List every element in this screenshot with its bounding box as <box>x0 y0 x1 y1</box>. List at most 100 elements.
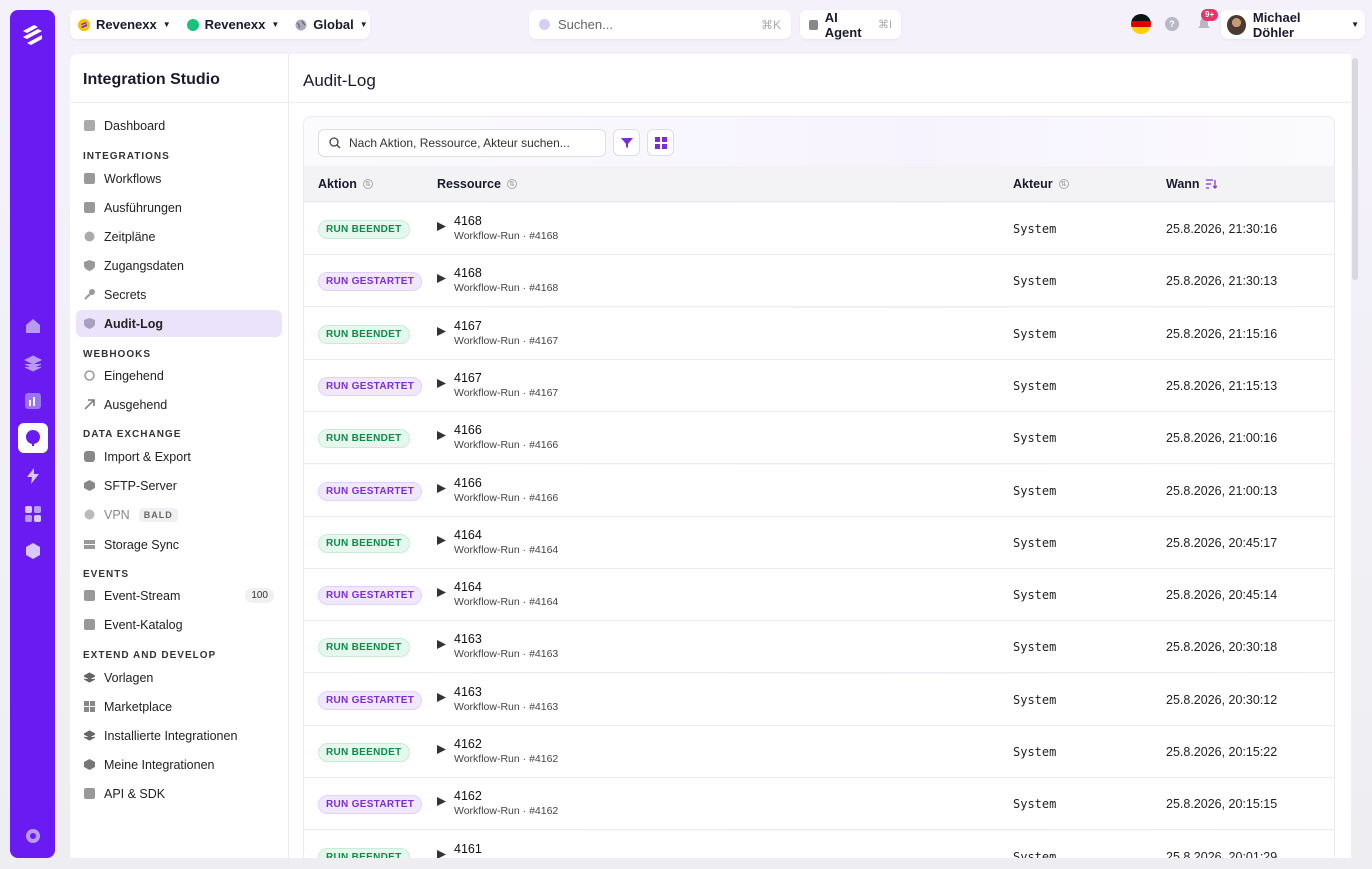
database-icon <box>84 451 95 462</box>
global-search[interactable]: Suchen... ⌘K <box>529 10 791 39</box>
resource-subtitle: Workflow-Run · #4167 <box>454 386 559 399</box>
home-icon[interactable] <box>22 315 43 336</box>
ai-agent-button[interactable]: AI Agent ⌘I <box>800 10 901 40</box>
audit-search-input[interactable]: Nach Aktion, Ressource, Akteur suchen... <box>318 129 606 157</box>
resource-cell[interactable]: 4168 Workflow-Run · #4168 <box>437 266 558 294</box>
column-header-ressource[interactable]: Ressource ⇅ <box>437 177 517 191</box>
table-row[interactable]: RUN GESTARTET 4167 Workflow-Run · #4167 Sys… <box>304 359 1334 412</box>
sidebar-item-ausgehend[interactable]: Ausgehend <box>76 391 282 418</box>
table-row[interactable]: RUN GESTARTET 4164 Workflow-Run · #4164 Sys… <box>304 569 1334 622</box>
timestamp-cell: 25.8.2026, 20:01:29 <box>1166 849 1278 858</box>
resource-cell[interactable]: 4164 Workflow-Run · #4164 <box>437 580 558 608</box>
layers-icon[interactable] <box>22 352 43 373</box>
help-icon[interactable]: ? <box>1165 17 1179 31</box>
resource-cell[interactable]: 4163 Workflow-Run · #4163 <box>437 632 558 660</box>
templates-icon <box>84 672 95 683</box>
content-area: Audit-Log Nach Aktion, Ressource, Akteur… <box>289 54 1351 858</box>
action-badge: RUN BEENDET <box>318 533 410 553</box>
sidebar-item-api-sdk[interactable]: API & SDK <box>76 780 282 807</box>
resource-subtitle: Workflow-Run · #4166 <box>454 439 559 452</box>
sidebar-item-secrets[interactable]: Secrets <box>76 281 282 308</box>
table-row[interactable]: RUN BEENDET 4164 Workflow-Run · #4164 Syste… <box>304 516 1334 569</box>
sidebar-item-label: Installierte Integrationen <box>104 728 238 743</box>
cube-icon[interactable] <box>22 540 43 561</box>
studio-sidebar: Integration Studio Dashboard INTEGRATION… <box>70 54 289 858</box>
filter-button[interactable] <box>613 129 640 156</box>
key-icon <box>84 289 95 300</box>
sidebar-item-dashboard[interactable]: Dashboard <box>76 112 282 139</box>
action-badge: RUN GESTARTET <box>318 690 423 710</box>
section-data-exchange: DATA EXCHANGE <box>83 429 182 440</box>
sidebar-item-vorlagen[interactable]: Vorlagen <box>76 664 282 691</box>
resource-cell[interactable]: 4167 Workflow-Run · #4167 <box>437 371 558 399</box>
section-extend: EXTEND AND DEVELOP <box>83 650 217 661</box>
sidebar-item-marketplace[interactable]: Marketplace <box>76 693 282 720</box>
notification-badge: 9+ <box>1201 9 1219 21</box>
resource-cell[interactable]: 4163 Workflow-Run · #4163 <box>437 685 558 713</box>
column-layout-button[interactable] <box>647 129 674 156</box>
resource-subtitle: Workflow-Run · #4167 <box>454 334 559 347</box>
resource-cell[interactable]: 4168 Workflow-Run · #4168 <box>437 214 558 242</box>
column-header-aktion[interactable]: Aktion ⇅ <box>318 177 373 191</box>
sidebar-item-storage-sync[interactable]: Storage Sync <box>76 531 282 558</box>
resource-id: 4161 <box>454 841 482 856</box>
tenant-selector[interactable]: Revenexx ▼ <box>179 10 288 39</box>
sidebar-item-label: Ausgehend <box>104 397 168 412</box>
sidebar-item-zeitplaene[interactable]: Zeitpläne <box>76 223 282 250</box>
table-row[interactable]: RUN BEENDET 4167 Workflow-Run · #4167 Syste… <box>304 307 1334 360</box>
sidebar-item-event-katalog[interactable]: Event-Katalog <box>76 611 282 638</box>
user-menu[interactable]: Michael Döhler ▼ <box>1221 10 1365 40</box>
sidebar-item-event-stream[interactable]: Event-Stream 100 <box>76 582 282 609</box>
chevron-down-icon: ▼ <box>359 20 368 29</box>
action-badge: RUN GESTARTET <box>318 481 423 501</box>
integration-studio-icon[interactable] <box>18 423 48 453</box>
actor-cell: System <box>1013 378 1057 393</box>
scope-selector[interactable]: Global ▼ <box>287 10 375 39</box>
org-selector[interactable]: Revenexx ▼ <box>70 10 179 39</box>
resource-cell[interactable]: 4166 Workflow-Run · #4166 <box>437 476 558 504</box>
sidebar-item-vpn[interactable]: VPN BALD <box>76 501 282 528</box>
column-header-wann[interactable]: Wann <box>1166 177 1217 191</box>
resource-cell[interactable]: 4166 Workflow-Run · #4166 <box>437 423 558 451</box>
resource-cell[interactable]: 4167 Workflow-Run · #4167 <box>437 319 558 347</box>
sidebar-item-meine[interactable]: Meine Integrationen <box>76 751 282 778</box>
sidebar-item-import-export[interactable]: Import & Export <box>76 443 282 470</box>
resource-cell[interactable]: 4164 Workflow-Run · #4164 <box>437 528 558 556</box>
table-row[interactable]: RUN BEENDET 4162 Workflow-Run · #4162 Syste… <box>304 726 1334 778</box>
table-row[interactable]: RUN GESTARTET 4166 Workflow-Run · #4166 Sys… <box>304 464 1334 517</box>
resource-id: 4166 <box>454 423 482 438</box>
chevron-down-icon: ▼ <box>1351 20 1359 29</box>
table-row[interactable]: RUN BEENDET 4168 Workflow-Run · #4168 Syste… <box>304 203 1334 255</box>
chart-icon[interactable] <box>22 390 43 411</box>
table-row[interactable]: RUN GESTARTET 4162 Workflow-Run · #4162 Sys… <box>304 778 1334 831</box>
apps-grid-icon[interactable] <box>22 503 43 524</box>
table-row[interactable]: RUN GESTARTET 4163 Workflow-Run · #4163 Sys… <box>304 673 1334 726</box>
resource-cell[interactable]: 4162 Workflow-Run · #4162 <box>437 789 558 817</box>
language-flag-de-icon[interactable] <box>1131 14 1151 34</box>
actor-cell: System <box>1013 483 1057 498</box>
table-row[interactable]: RUN BEENDET 4166 Workflow-Run · #4166 Syste… <box>304 412 1334 465</box>
sidebar-item-zugangsdaten[interactable]: Zugangsdaten <box>76 252 282 279</box>
sidebar-item-sftp[interactable]: SFTP-Server <box>76 472 282 499</box>
stream-icon <box>84 590 95 601</box>
filter-icon <box>620 137 633 148</box>
sidebar-item-installiert[interactable]: Installierte Integrationen <box>76 722 282 749</box>
sidebar-item-ausfuehrungen[interactable]: Ausführungen <box>76 194 282 221</box>
bolt-icon[interactable] <box>22 465 43 486</box>
resource-subtitle: Workflow-Run · #4168 <box>454 230 559 242</box>
sidebar-item-audit-log[interactable]: Audit-Log <box>76 310 282 337</box>
table-row[interactable]: RUN BEENDET 4163 Workflow-Run · #4163 Syste… <box>304 621 1334 674</box>
resource-cell[interactable]: 4161 <box>437 842 482 858</box>
table-row[interactable]: RUN GESTARTET 4168 Workflow-Run · #4168 Sys… <box>304 255 1334 308</box>
page-scrollbar[interactable] <box>1352 58 1358 280</box>
table-row[interactable]: RUN BEENDET 4161 System 25.8.2026, 20:01:29 <box>304 830 1334 858</box>
play-icon <box>437 745 446 754</box>
search-icon <box>539 19 550 30</box>
app-logo-icon[interactable] <box>20 22 45 47</box>
resource-cell[interactable]: 4162 Workflow-Run · #4162 <box>437 737 558 765</box>
column-header-akteur[interactable]: Akteur ⇅ <box>1013 177 1069 191</box>
sidebar-item-label: Dashboard <box>104 118 166 133</box>
settings-gear-icon[interactable] <box>22 825 43 846</box>
sidebar-item-eingehend[interactable]: Eingehend <box>76 362 282 389</box>
sidebar-item-workflows[interactable]: Workflows <box>76 165 282 192</box>
